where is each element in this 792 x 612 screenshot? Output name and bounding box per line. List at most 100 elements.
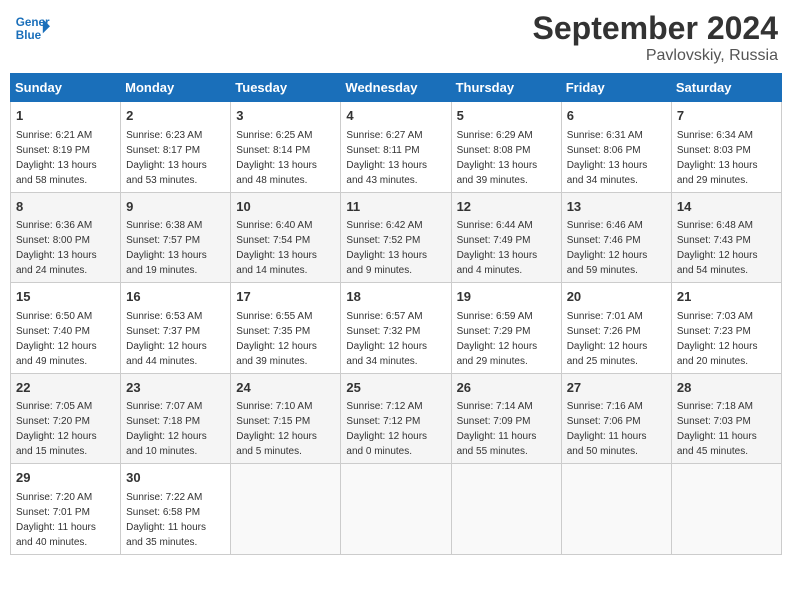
calendar-cell: 10Sunrise: 6:40 AMSunset: 7:54 PMDayligh…: [231, 192, 341, 283]
calendar-cell: [561, 464, 671, 555]
day-info: Sunrise: 6:23 AMSunset: 8:17 PMDaylight:…: [126, 128, 225, 188]
day-number: 14: [677, 197, 776, 217]
day-info: Sunrise: 7:16 AMSunset: 7:06 PMDaylight:…: [567, 399, 666, 459]
calendar-cell: 28Sunrise: 7:18 AMSunset: 7:03 PMDayligh…: [671, 373, 781, 464]
day-number: 15: [16, 287, 115, 307]
day-info: Sunrise: 6:40 AMSunset: 7:54 PMDaylight:…: [236, 218, 335, 278]
day-number: 23: [126, 378, 225, 398]
day-number: 9: [126, 197, 225, 217]
logo-icon: General Blue: [14, 10, 50, 46]
logo: General Blue: [14, 10, 50, 46]
day-info: Sunrise: 7:12 AMSunset: 7:12 PMDaylight:…: [346, 399, 445, 459]
calendar-cell: 29Sunrise: 7:20 AMSunset: 7:01 PMDayligh…: [11, 464, 121, 555]
day-number: 7: [677, 106, 776, 126]
day-info: Sunrise: 7:05 AMSunset: 7:20 PMDaylight:…: [16, 399, 115, 459]
calendar-cell: [451, 464, 561, 555]
day-info: Sunrise: 6:42 AMSunset: 7:52 PMDaylight:…: [346, 218, 445, 278]
day-info: Sunrise: 6:53 AMSunset: 7:37 PMDaylight:…: [126, 309, 225, 369]
day-number: 12: [457, 197, 556, 217]
day-info: Sunrise: 7:01 AMSunset: 7:26 PMDaylight:…: [567, 309, 666, 369]
day-info: Sunrise: 6:21 AMSunset: 8:19 PMDaylight:…: [16, 128, 115, 188]
calendar-week-row: 1Sunrise: 6:21 AMSunset: 8:19 PMDaylight…: [11, 102, 782, 193]
day-number: 3: [236, 106, 335, 126]
day-number: 8: [16, 197, 115, 217]
calendar-cell: [671, 464, 781, 555]
day-info: Sunrise: 7:10 AMSunset: 7:15 PMDaylight:…: [236, 399, 335, 459]
calendar-cell: 25Sunrise: 7:12 AMSunset: 7:12 PMDayligh…: [341, 373, 451, 464]
day-info: Sunrise: 6:59 AMSunset: 7:29 PMDaylight:…: [457, 309, 556, 369]
day-info: Sunrise: 6:25 AMSunset: 8:14 PMDaylight:…: [236, 128, 335, 188]
day-info: Sunrise: 7:14 AMSunset: 7:09 PMDaylight:…: [457, 399, 556, 459]
calendar-cell: 7Sunrise: 6:34 AMSunset: 8:03 PMDaylight…: [671, 102, 781, 193]
month-title: September 2024: [533, 10, 778, 47]
day-number: 29: [16, 468, 115, 488]
calendar-week-row: 8Sunrise: 6:36 AMSunset: 8:00 PMDaylight…: [11, 192, 782, 283]
calendar-cell: 8Sunrise: 6:36 AMSunset: 8:00 PMDaylight…: [11, 192, 121, 283]
day-number: 11: [346, 197, 445, 217]
day-info: Sunrise: 6:27 AMSunset: 8:11 PMDaylight:…: [346, 128, 445, 188]
calendar-week-row: 15Sunrise: 6:50 AMSunset: 7:40 PMDayligh…: [11, 283, 782, 374]
calendar-cell: 2Sunrise: 6:23 AMSunset: 8:17 PMDaylight…: [121, 102, 231, 193]
day-number: 21: [677, 287, 776, 307]
day-info: Sunrise: 6:34 AMSunset: 8:03 PMDaylight:…: [677, 128, 776, 188]
weekday-header-tuesday: Tuesday: [231, 74, 341, 102]
day-info: Sunrise: 6:57 AMSunset: 7:32 PMDaylight:…: [346, 309, 445, 369]
day-info: Sunrise: 6:31 AMSunset: 8:06 PMDaylight:…: [567, 128, 666, 188]
day-info: Sunrise: 6:50 AMSunset: 7:40 PMDaylight:…: [16, 309, 115, 369]
day-info: Sunrise: 6:36 AMSunset: 8:00 PMDaylight:…: [16, 218, 115, 278]
calendar-cell: 20Sunrise: 7:01 AMSunset: 7:26 PMDayligh…: [561, 283, 671, 374]
day-number: 2: [126, 106, 225, 126]
weekday-header-saturday: Saturday: [671, 74, 781, 102]
calendar-cell: 18Sunrise: 6:57 AMSunset: 7:32 PMDayligh…: [341, 283, 451, 374]
calendar-cell: 23Sunrise: 7:07 AMSunset: 7:18 PMDayligh…: [121, 373, 231, 464]
day-number: 18: [346, 287, 445, 307]
location-subtitle: Pavlovskiy, Russia: [533, 47, 778, 65]
calendar-cell: 30Sunrise: 7:22 AMSunset: 6:58 PMDayligh…: [121, 464, 231, 555]
calendar-cell: 5Sunrise: 6:29 AMSunset: 8:08 PMDaylight…: [451, 102, 561, 193]
day-info: Sunrise: 7:20 AMSunset: 7:01 PMDaylight:…: [16, 490, 115, 550]
day-info: Sunrise: 7:07 AMSunset: 7:18 PMDaylight:…: [126, 399, 225, 459]
day-number: 24: [236, 378, 335, 398]
title-block: September 2024 Pavlovskiy, Russia: [533, 10, 778, 65]
day-info: Sunrise: 6:38 AMSunset: 7:57 PMDaylight:…: [126, 218, 225, 278]
day-number: 4: [346, 106, 445, 126]
day-number: 25: [346, 378, 445, 398]
calendar-cell: 16Sunrise: 6:53 AMSunset: 7:37 PMDayligh…: [121, 283, 231, 374]
day-number: 1: [16, 106, 115, 126]
day-info: Sunrise: 6:29 AMSunset: 8:08 PMDaylight:…: [457, 128, 556, 188]
calendar-cell: 6Sunrise: 6:31 AMSunset: 8:06 PMDaylight…: [561, 102, 671, 193]
day-number: 13: [567, 197, 666, 217]
weekday-header-friday: Friday: [561, 74, 671, 102]
calendar-cell: 11Sunrise: 6:42 AMSunset: 7:52 PMDayligh…: [341, 192, 451, 283]
day-number: 20: [567, 287, 666, 307]
calendar-cell: 4Sunrise: 6:27 AMSunset: 8:11 PMDaylight…: [341, 102, 451, 193]
calendar-cell: 17Sunrise: 6:55 AMSunset: 7:35 PMDayligh…: [231, 283, 341, 374]
day-number: 19: [457, 287, 556, 307]
day-number: 16: [126, 287, 225, 307]
day-info: Sunrise: 7:22 AMSunset: 6:58 PMDaylight:…: [126, 490, 225, 550]
day-number: 30: [126, 468, 225, 488]
calendar-week-row: 22Sunrise: 7:05 AMSunset: 7:20 PMDayligh…: [11, 373, 782, 464]
calendar-cell: 26Sunrise: 7:14 AMSunset: 7:09 PMDayligh…: [451, 373, 561, 464]
calendar-cell: 9Sunrise: 6:38 AMSunset: 7:57 PMDaylight…: [121, 192, 231, 283]
calendar-cell: 13Sunrise: 6:46 AMSunset: 7:46 PMDayligh…: [561, 192, 671, 283]
calendar-cell: 27Sunrise: 7:16 AMSunset: 7:06 PMDayligh…: [561, 373, 671, 464]
day-number: 6: [567, 106, 666, 126]
calendar-cell: 12Sunrise: 6:44 AMSunset: 7:49 PMDayligh…: [451, 192, 561, 283]
day-info: Sunrise: 6:46 AMSunset: 7:46 PMDaylight:…: [567, 218, 666, 278]
calendar-cell: 1Sunrise: 6:21 AMSunset: 8:19 PMDaylight…: [11, 102, 121, 193]
day-info: Sunrise: 6:55 AMSunset: 7:35 PMDaylight:…: [236, 309, 335, 369]
calendar-table: SundayMondayTuesdayWednesdayThursdayFrid…: [10, 73, 782, 555]
day-number: 28: [677, 378, 776, 398]
calendar-cell: 3Sunrise: 6:25 AMSunset: 8:14 PMDaylight…: [231, 102, 341, 193]
calendar-cell: [231, 464, 341, 555]
page-header: General Blue September 2024 Pavlovskiy, …: [10, 10, 782, 65]
day-info: Sunrise: 7:18 AMSunset: 7:03 PMDaylight:…: [677, 399, 776, 459]
weekday-header-row: SundayMondayTuesdayWednesdayThursdayFrid…: [11, 74, 782, 102]
svg-text:Blue: Blue: [16, 29, 42, 42]
calendar-cell: 22Sunrise: 7:05 AMSunset: 7:20 PMDayligh…: [11, 373, 121, 464]
calendar-week-row: 29Sunrise: 7:20 AMSunset: 7:01 PMDayligh…: [11, 464, 782, 555]
day-number: 5: [457, 106, 556, 126]
day-number: 26: [457, 378, 556, 398]
day-number: 17: [236, 287, 335, 307]
